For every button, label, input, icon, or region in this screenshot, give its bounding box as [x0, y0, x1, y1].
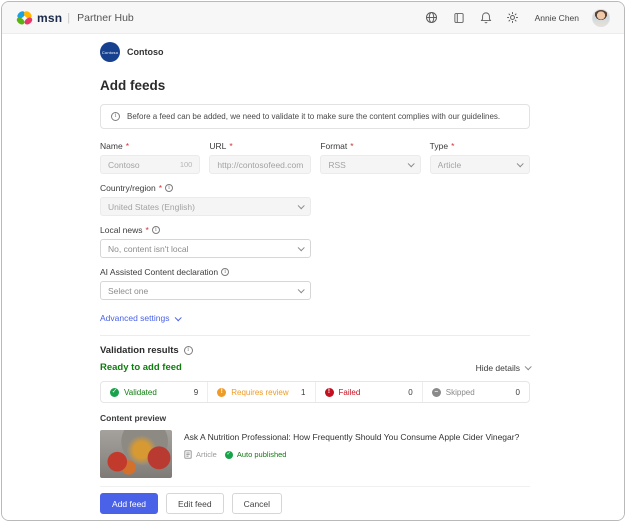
stat-count: 0: [516, 388, 520, 397]
section-divider: [100, 335, 530, 336]
local-news-field-group: Local news* No, content isn't local: [100, 225, 311, 258]
error-circle-icon: [325, 388, 334, 397]
article-icon: [184, 450, 192, 459]
stat-count: 9: [194, 388, 198, 397]
info-icon: [165, 184, 173, 192]
chevron-down-icon: [298, 286, 305, 293]
validation-results-title: Validation results: [100, 345, 179, 356]
chevron-down-icon: [525, 363, 532, 370]
info-banner: Before a feed can be added, we need to v…: [100, 104, 530, 129]
minus-circle-icon: [432, 388, 441, 397]
spacer: [320, 183, 530, 216]
article-thumbnail-apple-cider: [100, 430, 172, 478]
stat-count: 0: [408, 388, 412, 397]
chevron-down-icon: [298, 202, 305, 209]
validation-status-row: Ready to add feed Hide details: [100, 362, 530, 373]
url-field-group: URL* http://contosofeed.com: [209, 141, 311, 174]
top-bar-actions: Annie Chen: [425, 9, 610, 27]
info-icon: [152, 226, 160, 234]
chevron-down-icon: [175, 314, 182, 321]
product-name: Partner Hub: [77, 12, 134, 24]
publish-status: Auto published: [237, 450, 287, 459]
ai-declaration-field-group: AI Assisted Content declaration Select o…: [100, 267, 311, 300]
advanced-settings-link[interactable]: Advanced settings: [100, 313, 180, 323]
local-news-label: Local news*: [100, 225, 311, 235]
required-marker: *: [146, 225, 149, 235]
url-label: URL*: [209, 141, 311, 151]
settings-gear-icon[interactable]: [506, 11, 520, 25]
name-label: Name*: [100, 141, 200, 151]
stat-count: 1: [301, 388, 305, 397]
info-icon: [184, 346, 193, 355]
format-field-group: Format* RSS: [320, 141, 420, 174]
type-select: Article: [430, 155, 530, 174]
language-globe-icon[interactable]: [425, 11, 439, 25]
cancel-button[interactable]: Cancel: [232, 493, 282, 514]
content-item[interactable]: Ask A Nutrition Professional: How Freque…: [100, 423, 530, 487]
add-feed-button[interactable]: Add feed: [100, 493, 158, 514]
check-circle-icon: [110, 388, 119, 397]
info-icon: [111, 112, 120, 121]
ai-declaration-label: AI Assisted Content declaration: [100, 267, 311, 277]
type-label: Type*: [430, 141, 530, 151]
format-select: RSS: [320, 155, 420, 174]
edit-feed-button[interactable]: Edit feed: [166, 493, 224, 514]
required-marker: *: [126, 141, 129, 151]
name-input: Contoso 100: [100, 155, 200, 174]
country-field-group: Country/region* United States (English): [100, 183, 311, 216]
required-marker: *: [350, 141, 353, 151]
chevron-down-icon: [407, 160, 414, 167]
validation-stats-bar: Validated 9 Requires review 1 Failed 0 S…: [100, 381, 530, 403]
publisher-name: Contoso: [127, 47, 164, 57]
publisher-row: Contoso Contoso: [100, 42, 530, 62]
app-window: msn | Partner Hub Annie Chen Contoso Con…: [1, 1, 625, 521]
required-marker: *: [451, 141, 454, 151]
main-content: Contoso Contoso Add feeds Before a feed …: [2, 42, 530, 521]
check-circle-icon: [225, 451, 233, 459]
resources-book-icon[interactable]: [452, 11, 466, 25]
publisher-avatar: Contoso: [100, 42, 120, 62]
footer-action-bar: Add feed Edit feed Cancel: [2, 487, 624, 520]
add-feed-form: Name* Contoso 100 URL* http://contosofee…: [100, 141, 530, 300]
warning-circle-icon: [217, 388, 226, 397]
stat-validated: Validated 9: [101, 382, 207, 402]
user-name: Annie Chen: [535, 13, 579, 23]
spacer: [320, 225, 530, 258]
content-preview-title: Content preview: [100, 413, 530, 423]
msn-butterfly-icon: [16, 10, 33, 26]
format-label: Format*: [320, 141, 420, 151]
local-news-select[interactable]: No, content isn't local: [100, 239, 311, 258]
required-marker: *: [159, 183, 162, 193]
char-counter: 100: [180, 160, 193, 169]
page-title: Add feeds: [100, 78, 530, 93]
country-label: Country/region*: [100, 183, 311, 193]
stat-failed: Failed 0: [315, 382, 422, 402]
msn-logo[interactable]: msn: [16, 10, 62, 26]
user-avatar[interactable]: [592, 9, 610, 27]
ai-declaration-select[interactable]: Select one: [100, 281, 311, 300]
stat-skipped: Skipped 0: [422, 382, 529, 402]
name-field-group: Name* Contoso 100: [100, 141, 200, 174]
type-field-group: Type* Article: [430, 141, 530, 174]
top-bar: msn | Partner Hub Annie Chen: [2, 2, 624, 34]
stat-requires-review: Requires review 1: [207, 382, 314, 402]
country-select: United States (English): [100, 197, 311, 216]
validation-status: Ready to add feed: [100, 362, 182, 373]
chevron-down-icon: [298, 244, 305, 251]
required-marker: *: [229, 141, 232, 151]
notifications-bell-icon[interactable]: [479, 11, 493, 25]
hide-details-toggle[interactable]: Hide details: [476, 363, 530, 373]
brand-name: msn: [37, 11, 62, 25]
article-title: Ask A Nutrition Professional: How Freque…: [184, 432, 519, 442]
validation-results-header: Validation results: [100, 345, 530, 356]
info-banner-text: Before a feed can be added, we need to v…: [127, 112, 500, 121]
chevron-down-icon: [517, 160, 524, 167]
brand-separator: |: [67, 12, 70, 24]
info-icon: [221, 268, 229, 276]
article-meta: Article Auto published: [184, 450, 519, 459]
url-input: http://contosofeed.com: [209, 155, 311, 174]
